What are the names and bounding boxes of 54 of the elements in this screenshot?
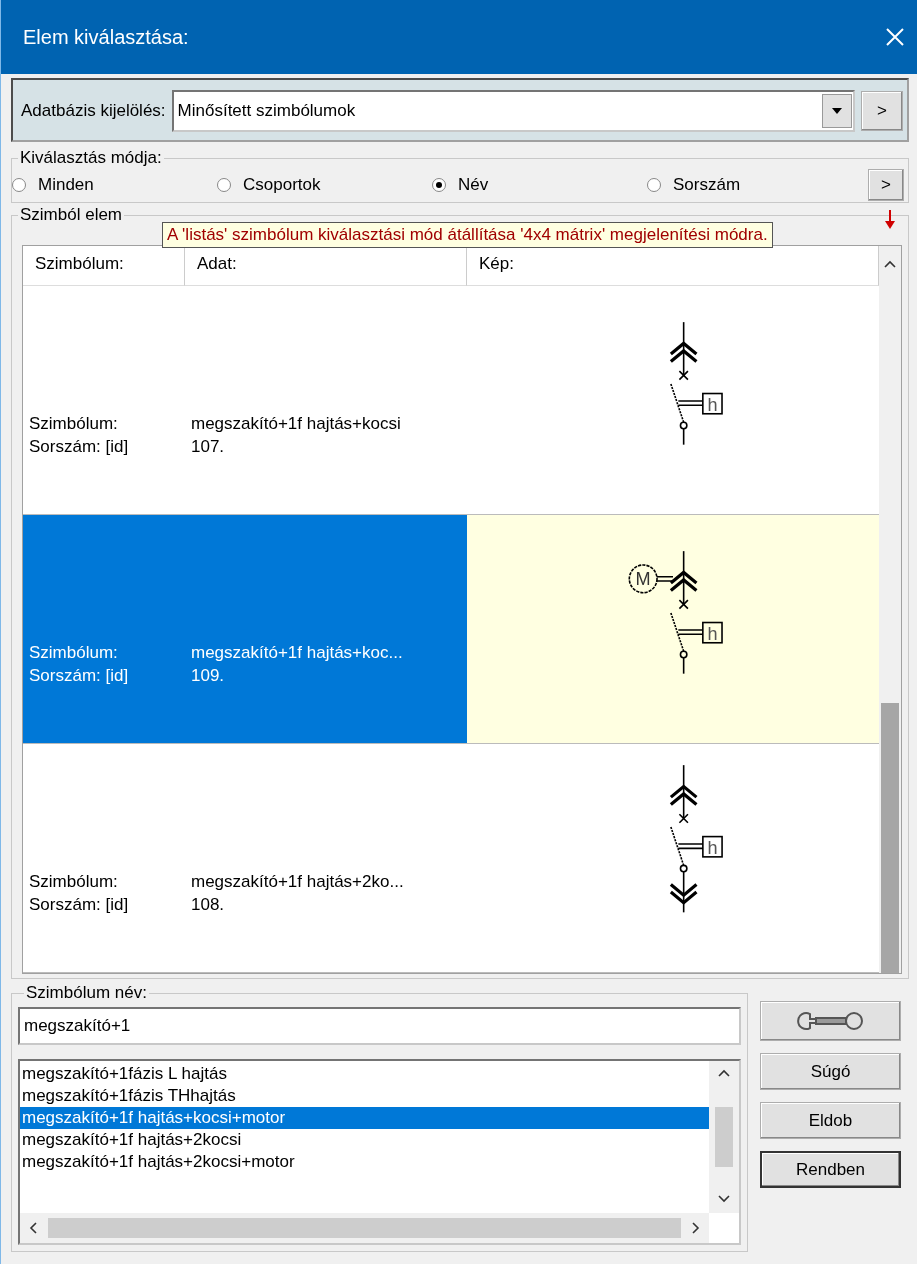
group-label: Szimbólum név: [25,983,148,1003]
radio-label: Sorszám [673,175,741,195]
image-cell[interactable]: h [467,744,879,972]
database-label: Adatbázis kijelölés: [21,101,166,121]
radio-label: Csoportok [243,175,321,195]
column-header[interactable]: Kép: [467,246,879,286]
breaker-symbol-drawing: h M [598,549,748,679]
scroll-thumb[interactable] [881,703,899,973]
radio-label: Minden [38,175,94,195]
tooltip: A 'listás' szimbólum kiválasztási mód átállítása '4x4 mátrix' megjelenítési módra. [162,222,773,248]
scroll-thumb[interactable] [715,1107,733,1167]
breaker-symbol-drawing: h [598,763,748,923]
group-label: Szimból elem [19,205,124,225]
table-cell[interactable]: Szimbólum: Sorszám: [id] [23,744,185,972]
dialog-button[interactable]: Súgó [760,1053,901,1090]
list-item[interactable]: megszakító+1fázis L hajtás [20,1063,709,1085]
radio-circle-icon[interactable] [217,178,231,192]
mode-next-button[interactable]: > [868,169,904,201]
window-title: Elem kiválasztása: [23,25,189,49]
table-cell[interactable]: Szimbólum: Sorszám: [id] [23,286,185,514]
table-cell[interactable]: megszakító+1f hajtás+kocsi 107. [185,286,467,514]
table-cell[interactable]: megszakító+1f hajtás+koc... 109. [185,515,467,743]
table-cell[interactable]: megszakító+1f hajtás+2ko... 108. [185,744,467,972]
vertical-scrollbar[interactable] [879,246,901,973]
image-cell[interactable]: h [467,286,879,514]
database-next-button[interactable]: > [861,91,903,131]
radio-circle-icon[interactable] [12,178,26,192]
mode-radio[interactable]: Sorszám [647,175,862,195]
name-listbox[interactable]: megszakító+1fázis L hajtás megszakító+1fázis THhajtás megszakító+1f hajtás+kocsi+motor megszakító+1f hajtás+2kocsi megszakító+1f hajtás+2kocsi+motor [18,1059,741,1245]
close-icon[interactable] [885,27,905,47]
name-input-field[interactable]: megszakító+1 [18,1007,741,1045]
group-label: Kiválasztás módja: [19,148,163,168]
list-item[interactable]: megszakító+1f hajtás+kocsi+motor [20,1107,709,1129]
image-cell[interactable]: h M [467,515,879,743]
mode-radio[interactable]: Név [432,175,647,195]
radio-circle-icon[interactable] [432,178,446,192]
dialog-button[interactable]: Eldob [760,1102,901,1139]
wrench-icon [795,1010,866,1032]
column-header[interactable]: Adat: [185,246,467,286]
tool-button[interactable] [760,1001,901,1041]
scroll-thumb[interactable] [48,1218,681,1238]
arrow-icon [884,210,896,230]
radio-label: Név [458,175,489,195]
list-item[interactable]: megszakító+1f hajtás+2kocsi [20,1129,709,1151]
column-header[interactable]: Szimbólum: [23,246,185,286]
mode-radio[interactable]: Minden [12,175,217,195]
list-item[interactable]: megszakító+1fázis THhajtás [20,1085,709,1107]
mode-radio[interactable]: Csoportok [217,175,432,195]
table-cell[interactable]: Szimbólum: Sorszám: [id] [23,515,185,743]
radio-circle-icon[interactable] [647,178,661,192]
breaker-symbol-drawing: h [598,320,748,450]
database-dropdown[interactable]: Minősített szimbólumok [171,90,855,132]
dialog-button[interactable]: Rendben [760,1151,901,1188]
list-item[interactable]: megszakító+1f hajtás+2kocsi+motor [20,1151,709,1173]
